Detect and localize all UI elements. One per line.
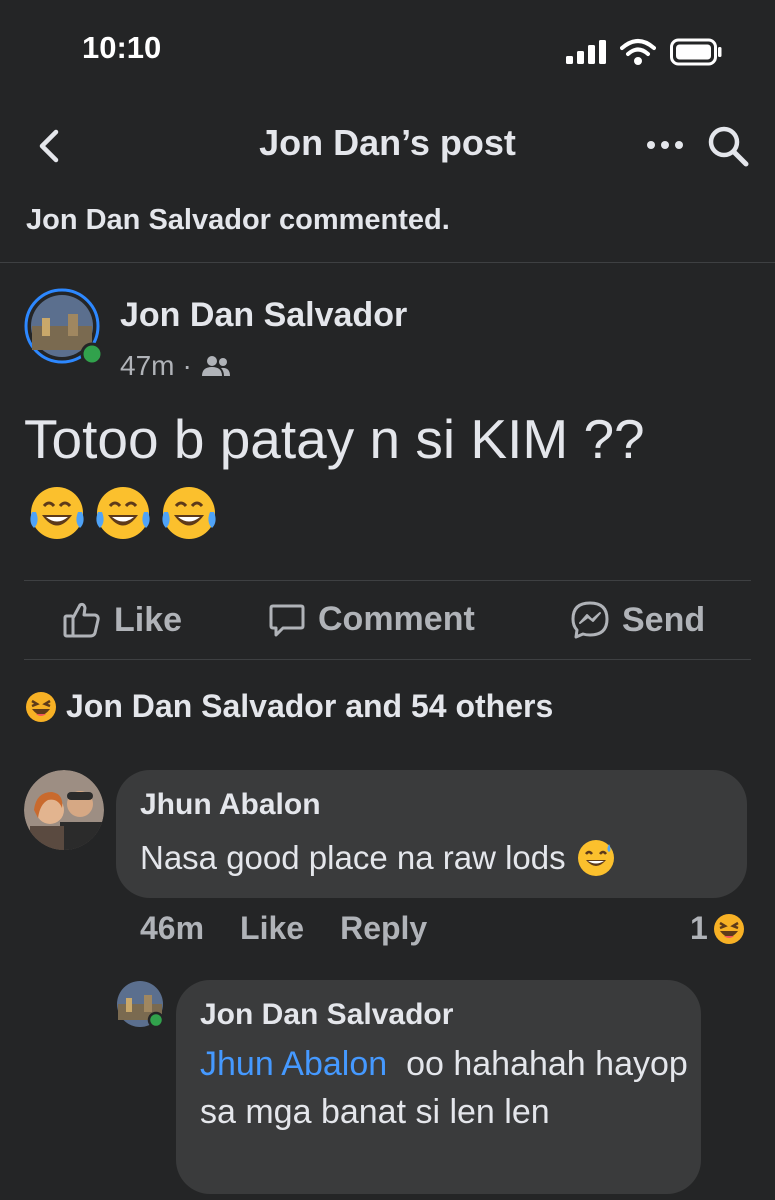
comment-bubble-icon — [269, 604, 305, 636]
search-icon[interactable] — [704, 122, 752, 170]
comment-text: Nasa good place na raw lods — [140, 838, 616, 878]
comment-button[interactable]: Comment — [268, 600, 475, 639]
thumbs-up-icon — [63, 602, 100, 638]
comment-reply-link[interactable]: Reply — [340, 910, 427, 947]
laughing-emoji-icon — [26, 691, 56, 722]
comment-reaction-number: 1 — [690, 910, 708, 946]
author-name[interactable]: Jon Dan Salvador — [120, 296, 407, 335]
tears-of-joy-emoji-icon — [30, 487, 84, 539]
wifi-icon — [620, 39, 656, 65]
messenger-icon — [571, 601, 609, 639]
author-avatar[interactable] — [24, 288, 104, 368]
more-options-icon[interactable] — [644, 133, 686, 157]
comment-text-body: Nasa good place na raw lods — [140, 839, 566, 876]
post-text-line: Totoo b patay n si KIM ?? — [24, 408, 645, 470]
status-bar: 10:10 — [0, 0, 775, 100]
mention-link[interactable]: Jhun Abalon — [200, 1045, 387, 1083]
replier-avatar[interactable] — [116, 980, 164, 1028]
laughing-emoji-icon — [713, 913, 744, 944]
like-button[interactable]: Like — [62, 600, 182, 640]
divider — [0, 262, 775, 263]
meta-separator: · — [182, 350, 192, 381]
comment-time: 46m — [140, 910, 205, 946]
divider — [24, 580, 751, 581]
reactions-summary[interactable]: Jon Dan Salvador and 54 others — [24, 688, 553, 725]
reply-text: Jhun Abalon oo hahahah hayop sa mga bana… — [200, 1040, 690, 1136]
status-time: 10:10 — [82, 30, 162, 65]
comment-label: Comment — [318, 600, 475, 638]
send-button[interactable]: Send — [570, 600, 705, 640]
replier-name[interactable]: Jon Dan Salvador — [200, 998, 453, 1032]
battery-icon — [670, 38, 722, 66]
like-label: Like — [114, 600, 183, 639]
post-text: Totoo b patay n si KIM ?? — [24, 404, 754, 474]
reactions-text: Jon Dan Salvador and 54 others — [66, 688, 554, 724]
post-time: 47m — [120, 350, 175, 381]
friends-audience-icon[interactable] — [200, 354, 232, 378]
signal-icon — [566, 40, 606, 64]
tears-of-joy-emoji-icon — [96, 487, 150, 539]
sweat-smile-emoji-icon — [577, 840, 614, 876]
tears-of-joy-emoji-icon — [162, 487, 216, 539]
comment-like-link[interactable]: Like — [240, 910, 304, 947]
post-emoji-row — [26, 482, 220, 544]
divider — [24, 659, 751, 660]
comment-reaction-count[interactable]: 1 — [690, 910, 746, 947]
comment-notice[interactable]: Jon Dan Salvador commented. — [26, 204, 450, 237]
comment-meta: 46m Like Reply — [140, 910, 427, 947]
commenter-name[interactable]: Jhun Abalon — [140, 788, 321, 822]
commenter-avatar[interactable] — [24, 770, 104, 850]
send-label: Send — [622, 600, 706, 639]
post-meta: 47m · — [120, 350, 232, 382]
